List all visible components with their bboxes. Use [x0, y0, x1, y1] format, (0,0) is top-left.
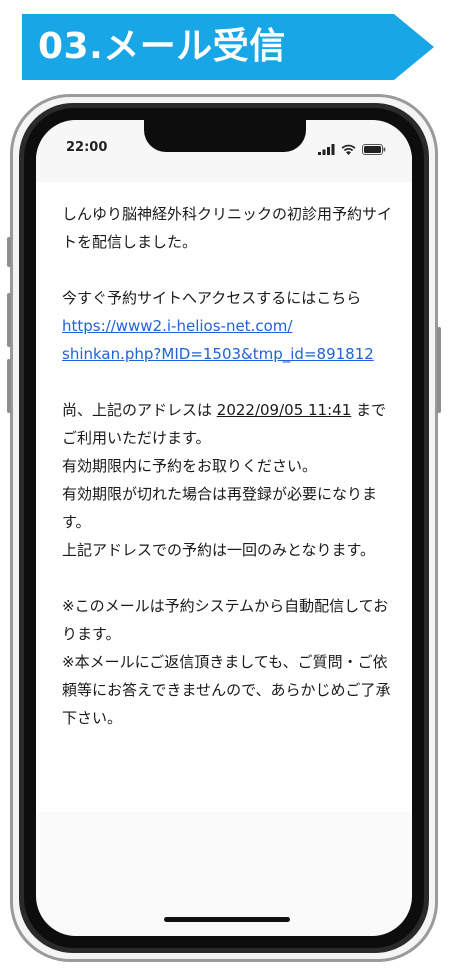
email-no-reply-note: ※本メールにご返信頂きましても、ご質問・ご依頼等にお答えできませんので、あらかじ… [62, 653, 391, 727]
email-access-prompt: 今すぐ予約サイトへアクセスするにはこちら [62, 289, 362, 307]
section-title: 03.メール受信 [38, 26, 286, 67]
phone-screen: 22:00 しんゆり脳神経外科クリニックの初診用予約サイトを配信しました。 今す… [36, 120, 412, 936]
volume-up-button [7, 293, 11, 347]
camera-notch [144, 120, 306, 152]
battery-icon [362, 140, 386, 159]
home-indicator[interactable] [164, 917, 290, 922]
wifi-icon [341, 140, 356, 159]
status-time: 22:00 [66, 140, 108, 155]
expiry-date: 2022/09/05 11:41 [216, 401, 352, 419]
email-body: しんゆり脳神経外科クリニックの初診用予約サイトを配信しました。 今すぐ予約サイト… [36, 182, 412, 812]
status-bar: 22:00 [36, 120, 412, 182]
reservation-link-line1[interactable]: https://www2.i-helios-net.com/ [62, 312, 394, 340]
reservation-link-line2[interactable]: shinkan.php?MID=1503&tmp_id=891812 [62, 340, 394, 368]
power-button [437, 327, 441, 413]
email-text: しんゆり脳神経外科クリニックの初診用予約サイトを配信しました。 今すぐ予約サイト… [62, 200, 394, 732]
banner-arrow [394, 14, 434, 80]
mute-switch [7, 237, 11, 267]
expiry-prefix: 尚、上記のアドレスは [62, 401, 217, 419]
email-intro: しんゆり脳神経外科クリニックの初診用予約サイトを配信しました。 [62, 205, 393, 251]
email-expired-note: 有効期限が切れた場合は再登録が必要になります。 [62, 485, 378, 531]
volume-down-button [7, 359, 11, 413]
signal-icon [318, 140, 335, 159]
section-header-banner: 03.メール受信 [22, 14, 434, 80]
status-icons [318, 140, 386, 159]
email-reserve-within: 有効期限内に予約をお取りください。 [62, 457, 318, 475]
email-auto-note: ※このメールは予約システムから自動配信しております。 [62, 597, 389, 643]
email-once-note: 上記アドレスでの予約は一回のみとなります。 [62, 541, 376, 559]
email-expiry: 尚、上記のアドレスは 2022/09/05 11:41 までご利用いただけます。 [62, 396, 394, 452]
phone-frame: 22:00 しんゆり脳神経外科クリニックの初診用予約サイトを配信しました。 今す… [7, 94, 441, 962]
